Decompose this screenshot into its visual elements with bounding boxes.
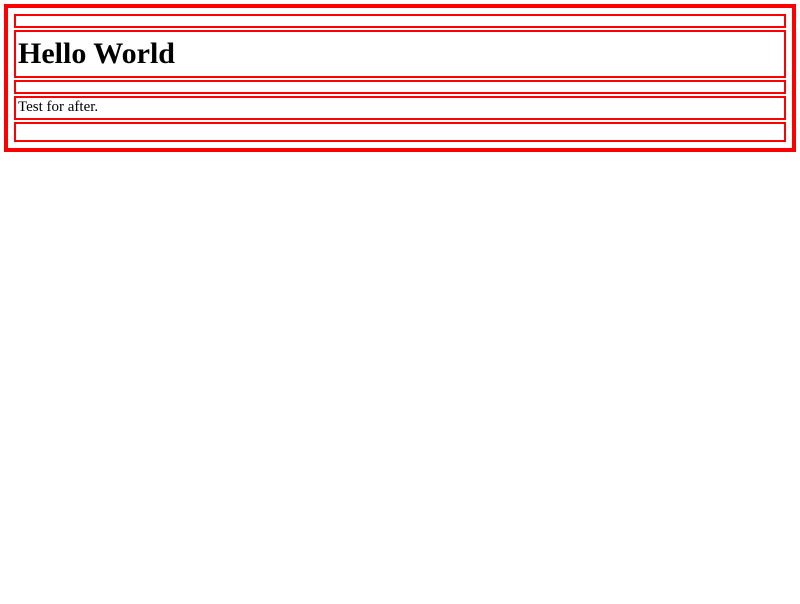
paragraph-row: Test for after.	[14, 96, 786, 120]
spacer-row-bottom	[14, 122, 786, 142]
document-container: Hello World Test for after.	[4, 4, 796, 152]
heading-row: Hello World	[14, 30, 786, 78]
paragraph-text: Test for after.	[18, 99, 98, 115]
spacer-row-mid	[14, 80, 786, 94]
page-title: Hello World	[18, 36, 782, 72]
spacer-row-top	[14, 14, 786, 28]
